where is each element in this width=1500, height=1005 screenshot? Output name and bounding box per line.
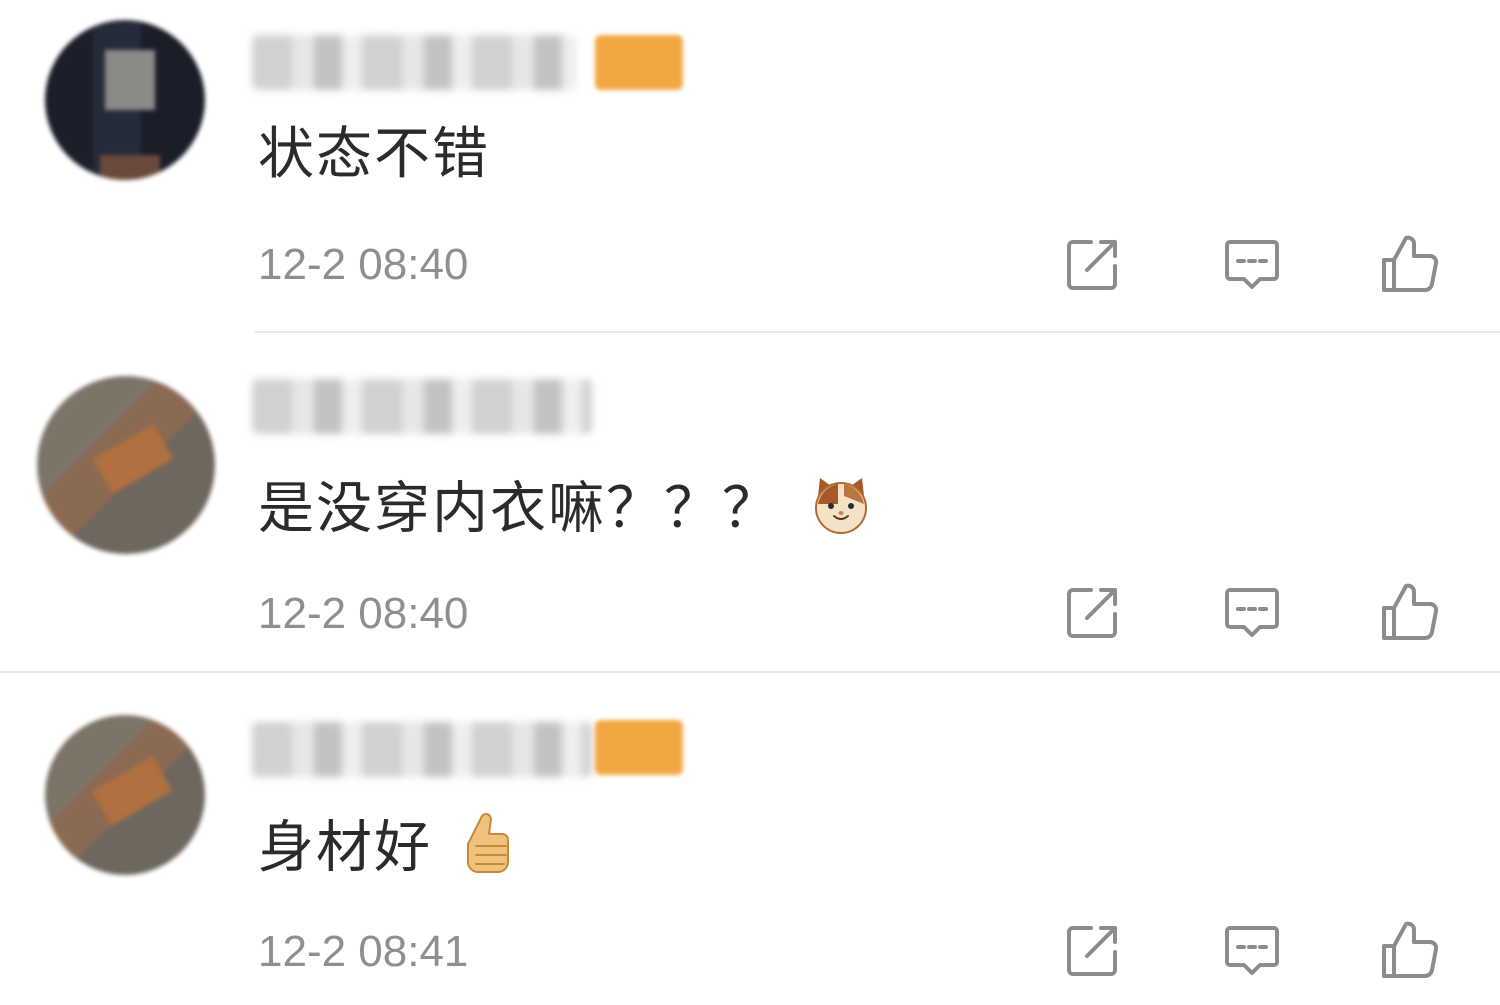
comment-text: 是没穿内衣嘛？？？ [258,474,872,551]
share-icon [1067,240,1117,290]
username-blurred[interactable] [252,35,577,90]
comment-text-content: 是没穿内衣嘛？？？ [258,476,780,542]
avatar[interactable] [37,376,215,554]
reply-icon [1225,588,1279,637]
like-button[interactable] [1378,918,1442,982]
thumbs-up-emoji [462,812,512,891]
like-button[interactable] [1378,580,1442,644]
cat-face-emoji [810,474,872,551]
share-icon [1067,588,1117,638]
member-badge [595,720,683,775]
share-button[interactable] [1061,232,1125,296]
thumbs-up-icon [1382,235,1439,293]
share-button[interactable] [1061,918,1125,982]
reply-icon [1225,926,1279,975]
thumbs-up-icon [1382,583,1439,641]
username-blurred[interactable] [252,722,592,777]
share-icon [1067,926,1117,976]
comment-item: 是没穿内衣嘛？？？ 12-2 08:40 [0,334,1500,672]
comment-item: 身材好 12-2 08:41 [0,672,1500,1005]
comment-list: 状态不错 12-2 08:40 是没穿内衣嘛？？？ 12-2 08:40 身材好… [0,0,1500,1005]
reply-button[interactable] [1220,918,1284,982]
comment-text: 状态不错 [258,122,490,188]
comment-time: 12-2 08:41 [258,927,469,976]
comment-time: 12-2 08:40 [258,240,469,289]
comment-item: 状态不错 12-2 08:40 [0,0,1500,334]
reply-icon [1225,240,1279,289]
username-blurred[interactable] [252,379,592,434]
comment-text: 身材好 [258,812,512,891]
comment-time: 12-2 08:40 [258,589,469,638]
comment-text-content: 状态不错 [258,122,490,187]
avatar[interactable] [45,20,205,180]
avatar[interactable] [45,715,205,875]
reply-button[interactable] [1220,232,1284,296]
share-button[interactable] [1061,580,1125,644]
member-badge [595,35,683,90]
reply-button[interactable] [1220,580,1284,644]
divider [255,331,1500,333]
thumbs-up-icon [1382,921,1439,979]
comment-text-content: 身材好 [258,815,432,881]
like-button[interactable] [1378,232,1442,296]
